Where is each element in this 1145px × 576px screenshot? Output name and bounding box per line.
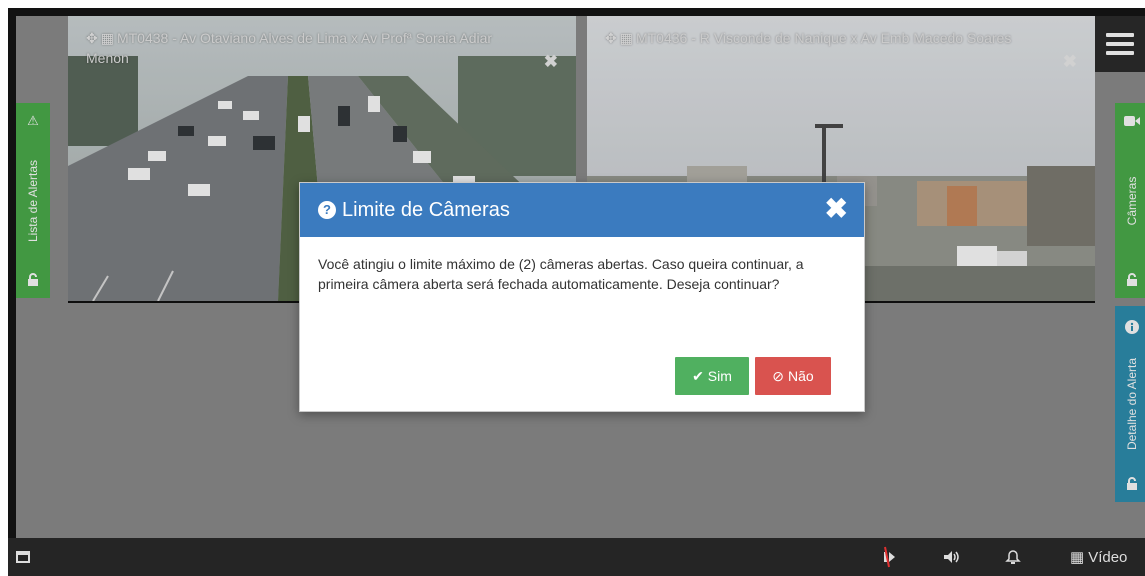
video-camera-icon [1115, 115, 1145, 130]
cancel-label: Não [788, 368, 814, 384]
camera-title[interactable]: ✥ ▦ MT0436 - R Visconde de Nanique x Av Em… [605, 28, 1055, 48]
hamburger-menu-button[interactable] [1095, 16, 1145, 72]
tab-cameras[interactable]: Câmeras [1115, 103, 1145, 298]
ban-icon: ⊘ [772, 367, 785, 384]
dialog-title-text: Limite de Câmeras [342, 199, 510, 221]
dialog-message: Você atingiu o limite máximo de (2) câme… [318, 256, 804, 292]
stream-toggle-icon[interactable] [881, 538, 899, 576]
warning-icon: ⚠ [27, 113, 39, 128]
camera-limit-dialog: ? Limite de Câmeras ✖ Você atingiu o lim… [299, 182, 865, 412]
info-icon [1115, 320, 1145, 337]
bottom-toolbar: ▦ Vídeo [8, 538, 1145, 576]
window-icon[interactable] [16, 538, 30, 576]
close-dialog-button[interactable]: ✖ [825, 194, 848, 224]
video-button[interactable]: ▦ Vídeo [1070, 538, 1127, 576]
tab-label: Detalhe do Alerta [1125, 357, 1139, 451]
question-icon: ? [318, 201, 336, 219]
close-camera-button[interactable]: ✖ [1063, 52, 1077, 72]
unlock-icon[interactable] [16, 273, 50, 290]
move-icon[interactable]: ✥ [86, 28, 98, 48]
tab-label: Câmeras [1125, 176, 1139, 225]
tab-label: Lista de Alertas [26, 159, 40, 242]
tab-alert-detail[interactable]: Detalhe do Alerta [1115, 306, 1145, 502]
menu-bar [1106, 51, 1134, 55]
close-camera-button[interactable]: ✖ [544, 52, 558, 72]
camera-title-text: MT0436 - R Visconde de Nanique x Av Emb … [635, 30, 1012, 46]
film-icon: ▦ [619, 30, 633, 46]
camera-title[interactable]: ✥ ▦ MT0438 - Av Otaviano Alves de Lima x A… [86, 28, 536, 68]
dialog-footer: ✔ Sim ⊘ Não [675, 357, 831, 395]
unlock-icon[interactable] [1115, 477, 1145, 494]
volume-icon[interactable] [942, 538, 960, 576]
confirm-button[interactable]: ✔ Sim [675, 357, 749, 395]
dialog-title: ? Limite de Câmeras [318, 197, 510, 223]
unlock-icon[interactable] [1115, 273, 1145, 290]
confirm-label: Sim [707, 368, 732, 384]
film-icon: ▦ [1070, 549, 1085, 566]
menu-bar [1106, 42, 1134, 46]
film-icon: ▦ [100, 30, 114, 46]
cancel-button[interactable]: ⊘ Não [755, 357, 831, 395]
video-label: Vídeo [1088, 548, 1128, 566]
move-icon[interactable]: ✥ [605, 28, 617, 48]
dialog-header: ? Limite de Câmeras ✖ [300, 183, 864, 237]
tab-alert-list[interactable]: ⚠ Lista de Alertas [16, 103, 50, 298]
check-icon: ✔ [692, 367, 704, 384]
camera-title-text: MT0438 - Av Otaviano Alves de Lima x Av … [86, 30, 493, 66]
menu-bar [1106, 33, 1134, 37]
bell-icon[interactable] [1005, 538, 1021, 576]
